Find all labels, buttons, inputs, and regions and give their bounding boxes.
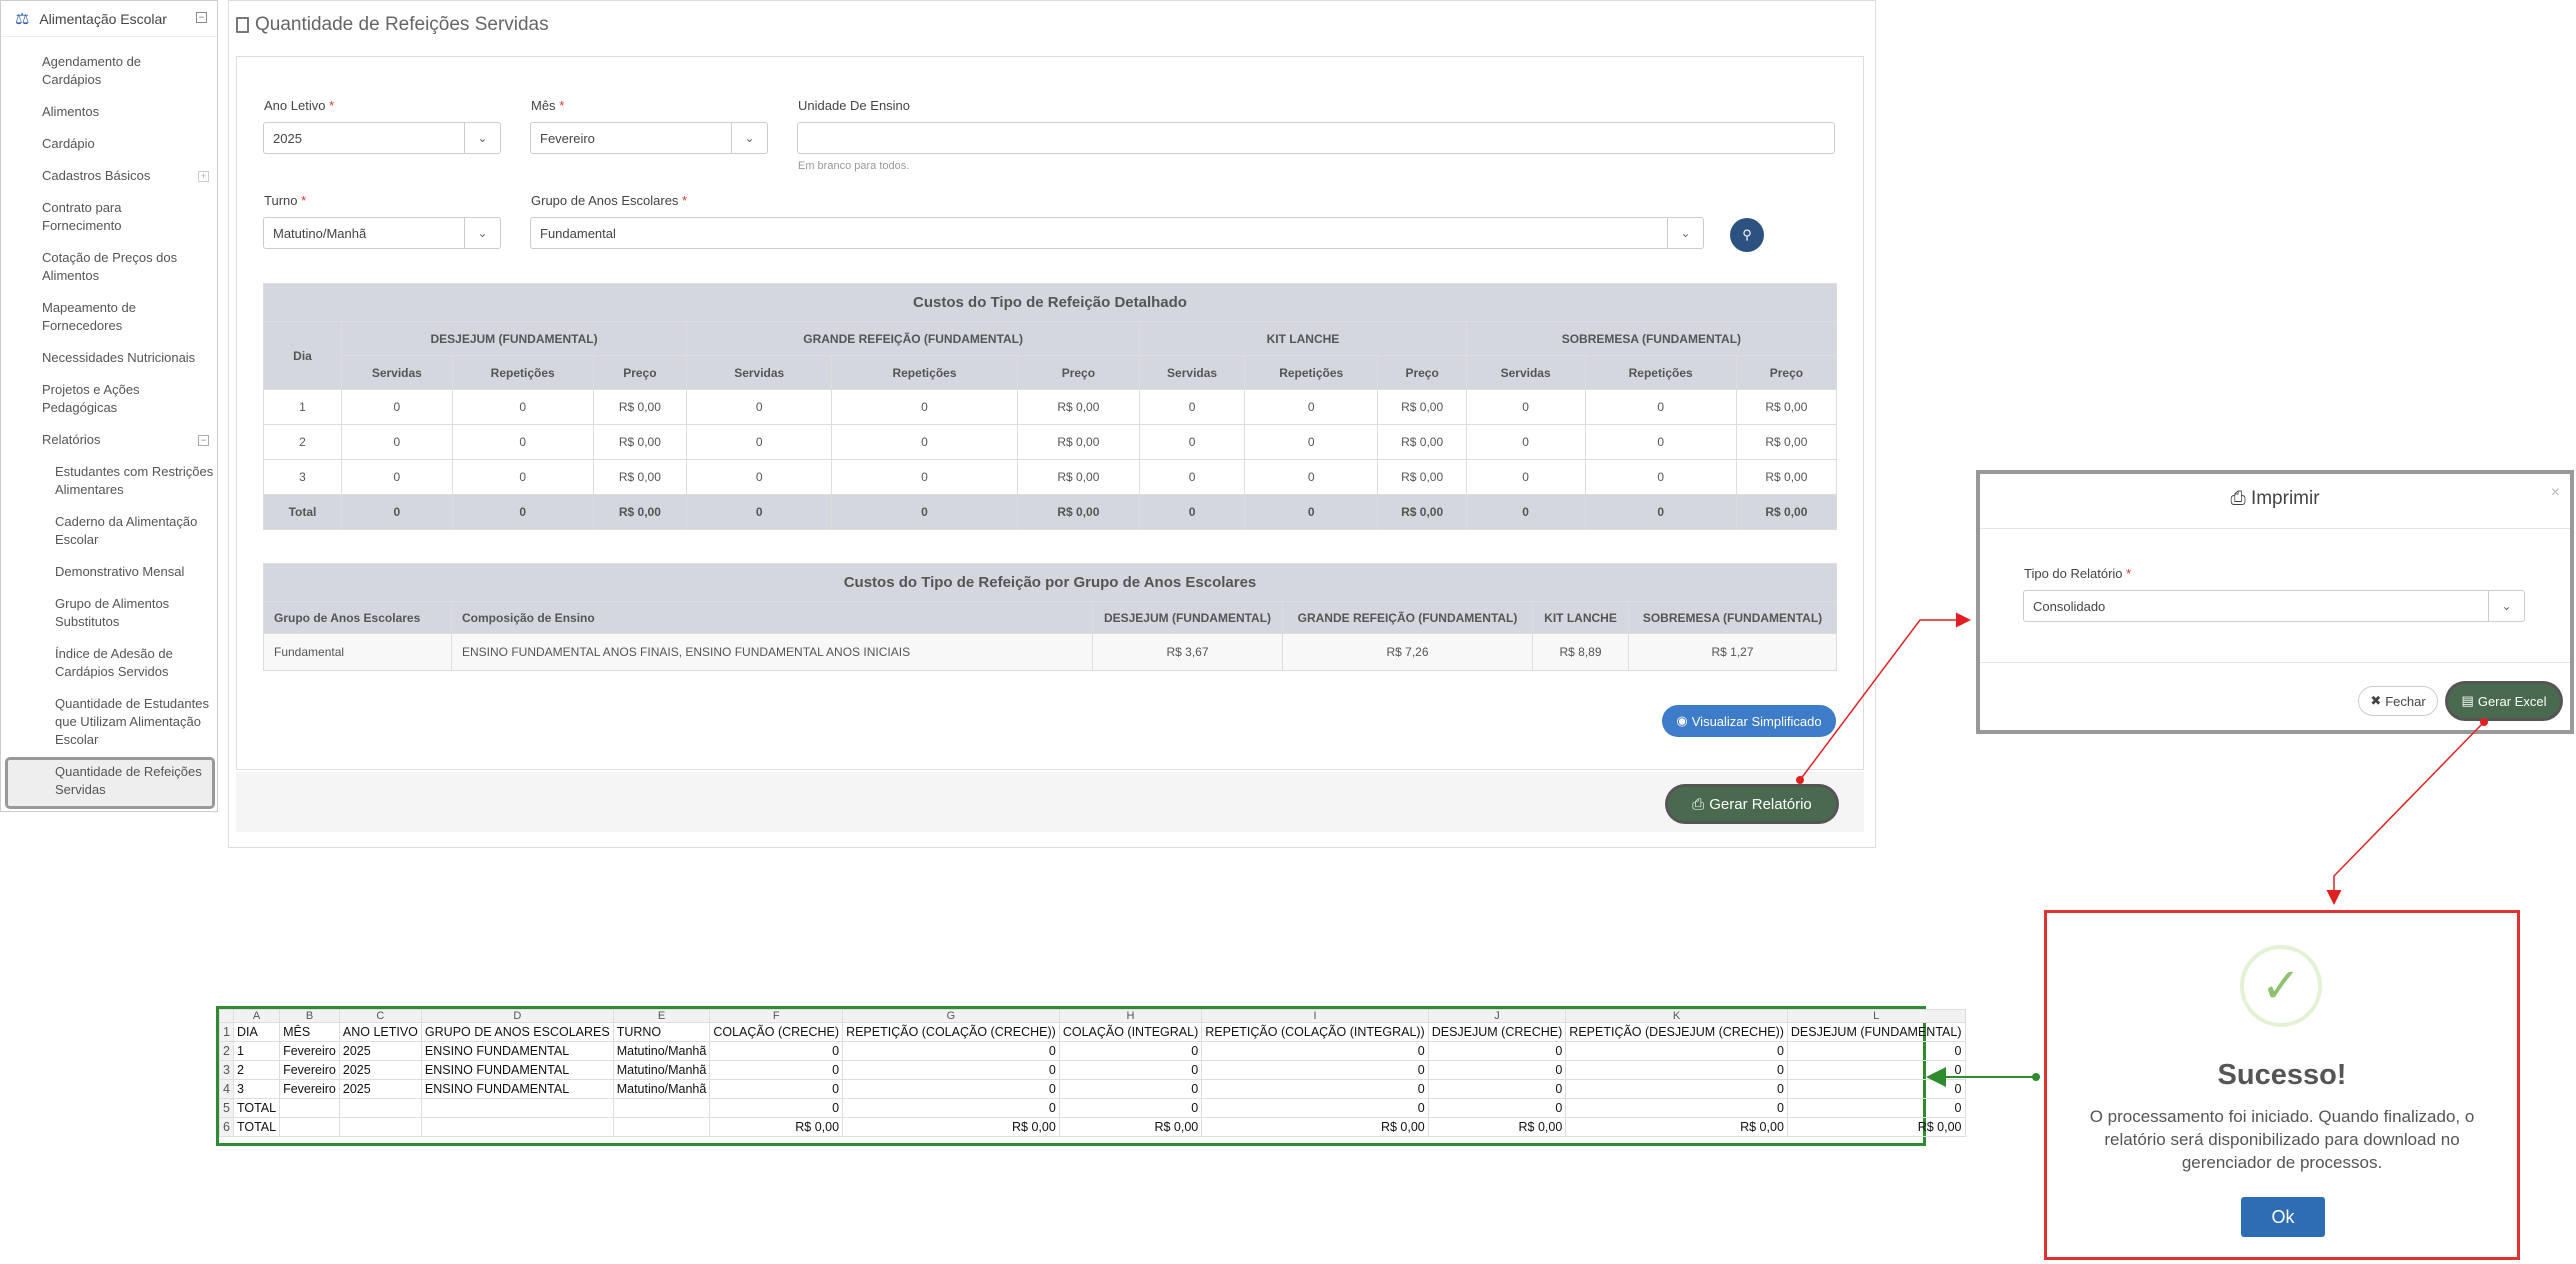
arrow-to-success [2326,721,2485,905]
annotation-arrows [1796,612,2488,1087]
arrow-to-modal [1799,612,1971,781]
